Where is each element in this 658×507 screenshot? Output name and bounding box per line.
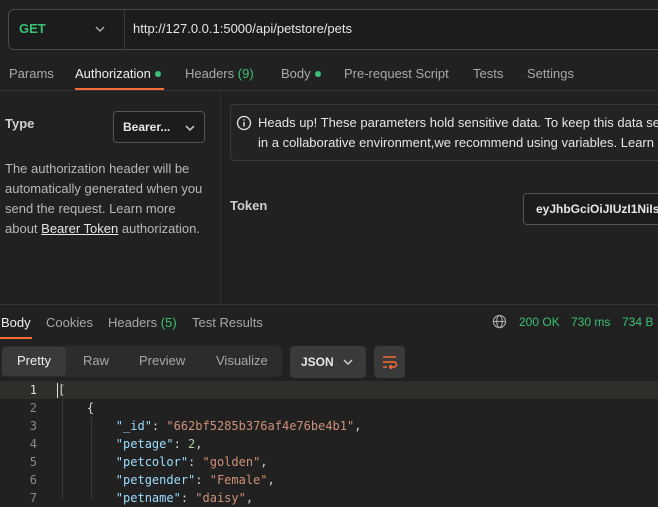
format-raw-button[interactable]: Raw	[83, 353, 109, 368]
tab-authorization-label: Authorization	[75, 66, 151, 81]
code-text: "petage": 2,	[58, 435, 203, 453]
code-line: 4 "petage": 2,	[0, 435, 658, 453]
format-pretty-button[interactable]: Pretty	[17, 353, 51, 368]
request-bar: GET http://127.0.0.1:5000/api/petstore/p…	[8, 9, 658, 50]
tab-body[interactable]: Body	[281, 66, 321, 81]
line-number: 4	[29, 437, 37, 451]
divider	[124, 10, 125, 49]
auth-description-end: authorization.	[118, 221, 200, 236]
line-number: 2	[29, 401, 37, 415]
globe-icon[interactable]	[492, 314, 507, 329]
headers-count: (9)	[237, 66, 254, 81]
response-tab-body[interactable]: Body	[1, 315, 31, 330]
code-line: 7 "petname": "daisy",	[0, 489, 658, 507]
code-text: [	[58, 381, 65, 399]
code-line: 5 "petcolor": "golden",	[0, 453, 658, 471]
json-punctuation: {	[86, 401, 95, 415]
code-line: 3 "_id": "662bf5285b376af4e76be4b1",	[0, 417, 658, 435]
line-number: 6	[29, 473, 37, 487]
response-size[interactable]: 734 B	[622, 315, 653, 329]
status-dot	[314, 70, 321, 77]
tab-body-label: Body	[281, 66, 311, 81]
json-key: "petname"	[115, 491, 181, 505]
line-number: 5	[29, 455, 37, 469]
divider	[0, 90, 658, 91]
code-line: 2 {	[0, 399, 658, 417]
text-cursor	[57, 383, 58, 398]
url-input[interactable]: http://127.0.0.1:5000/api/petstore/pets	[133, 21, 352, 36]
auth-type-select[interactable]: Bearer...	[113, 111, 205, 143]
json-key: "petage"	[115, 437, 174, 451]
response-body-code[interactable]: 1[2 {3 "_id": "662bf5285b376af4e76be4b1"…	[0, 381, 658, 505]
json-value: "golden"	[202, 455, 261, 469]
token-label: Token	[230, 198, 268, 213]
code-text: "_id": "662bf5285b376af4e76be4b1",	[58, 417, 362, 435]
line-number: 7	[29, 491, 37, 505]
wrap-lines-button[interactable]	[374, 346, 405, 378]
response-tab-test-results[interactable]: Test Results	[192, 315, 263, 330]
info-icon	[236, 115, 252, 131]
chevron-down-icon	[343, 359, 353, 366]
token-value: eyJhbGciOiJIUzI1NiIsI	[536, 202, 658, 216]
active-tab-indicator	[0, 337, 32, 339]
json-key: "_id"	[115, 419, 152, 433]
code-text: {	[58, 399, 94, 417]
method-select[interactable]: GET	[19, 21, 46, 36]
auth-description: The authorization header will be automat…	[5, 159, 210, 239]
divider	[0, 304, 658, 305]
json-value: "662bf5285b376af4e76be4b1"	[166, 419, 355, 433]
response-tab-cookies[interactable]: Cookies	[46, 315, 93, 330]
auth-type-value: Bearer...	[123, 120, 171, 134]
wrap-lines-icon	[383, 356, 398, 370]
code-text: "petgender": "Female",	[58, 471, 275, 489]
format-preview-button[interactable]: Preview	[139, 353, 185, 368]
json-punctuation: [	[58, 383, 66, 397]
code-line: 6 "petgender": "Female",	[0, 471, 658, 489]
format-toggle-group: Pretty Raw Preview Visualize	[1, 346, 282, 377]
token-input[interactable]: eyJhbGciOiJIUzI1NiIsI	[523, 193, 658, 225]
notice-line-1: Heads up! These parameters hold sensitiv…	[258, 115, 658, 130]
tab-pre-request-script[interactable]: Pre-request Script	[344, 66, 449, 81]
response-tab-headers[interactable]: Headers (5)	[108, 315, 177, 330]
sensitive-data-notice: Heads up! These parameters hold sensitiv…	[230, 104, 658, 161]
chevron-down-icon[interactable]	[93, 22, 107, 36]
response-status[interactable]: 200 OK	[519, 315, 560, 329]
type-label: Type	[5, 116, 35, 131]
tab-headers-label: Headers	[185, 66, 235, 81]
json-key: "petgender"	[115, 473, 196, 487]
json-value: "Female"	[209, 473, 268, 487]
chevron-down-icon	[185, 125, 195, 132]
language-select[interactable]: JSON	[290, 346, 366, 378]
tab-settings[interactable]: Settings	[527, 66, 574, 81]
tab-authorization[interactable]: Authorization	[75, 66, 161, 81]
line-number: 3	[29, 419, 37, 433]
tab-headers[interactable]: Headers (9)	[185, 66, 254, 81]
code-line: 1[	[0, 381, 658, 399]
json-value: 2	[188, 437, 196, 451]
tab-params[interactable]: Params	[9, 66, 54, 81]
json-value: "daisy"	[195, 491, 246, 505]
format-visualize-button[interactable]: Visualize	[216, 353, 268, 368]
bearer-token-link[interactable]: Bearer Token	[41, 221, 118, 236]
response-tab-headers-label: Headers	[108, 315, 158, 330]
notice-line-2: in a collaborative environment,we recomm…	[258, 135, 658, 150]
json-key: "petcolor"	[115, 455, 189, 469]
code-text: "petname": "daisy",	[58, 489, 253, 507]
notice-text: Heads up! These parameters hold sensitiv…	[258, 113, 658, 153]
divider	[220, 91, 221, 304]
tab-tests[interactable]: Tests	[473, 66, 503, 81]
response-time[interactable]: 730 ms	[571, 315, 610, 329]
line-number: 1	[29, 383, 37, 397]
response-headers-count: (5)	[160, 315, 177, 330]
status-dot	[154, 70, 161, 77]
language-value: JSON	[301, 355, 334, 369]
code-text: "petcolor": "golden",	[58, 453, 268, 471]
